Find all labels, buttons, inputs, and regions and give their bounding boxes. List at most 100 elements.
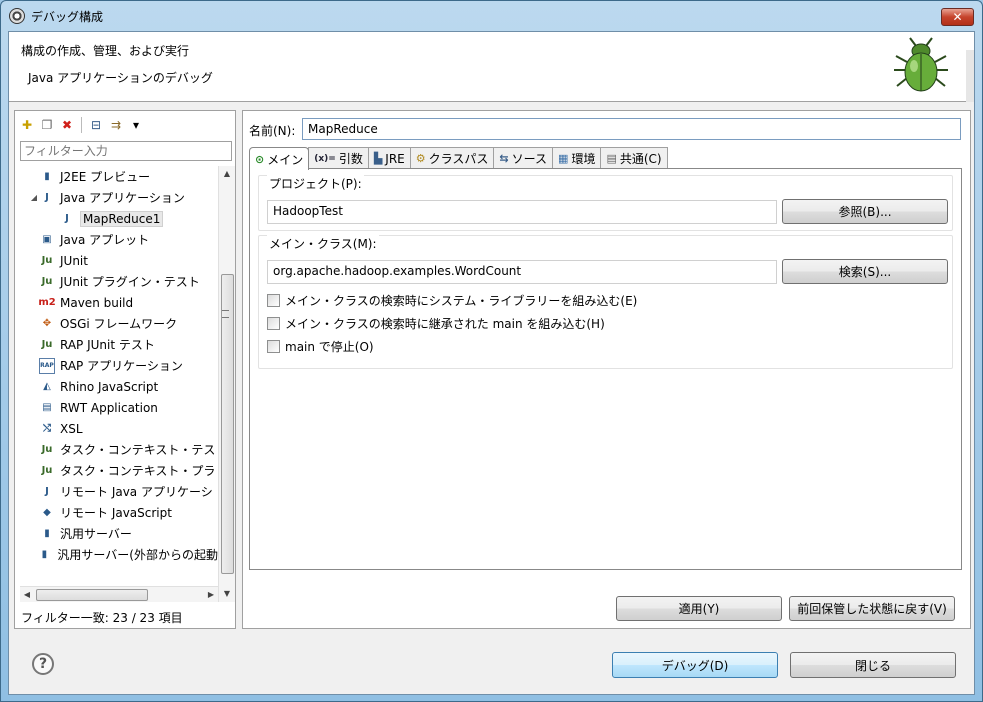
tree-item-label: JUnit	[60, 253, 88, 268]
tree-item[interactable]: J MapReduce1	[15, 208, 218, 229]
include-system-libraries-option[interactable]: メイン・クラスの検索時にシステム・ライブラリーを組み込む(E)	[267, 292, 637, 309]
delete-icon[interactable]: ✖	[59, 117, 75, 133]
classpath-tab-icon: ⚙	[415, 152, 426, 165]
tree-item-label: RAP JUnit テスト	[60, 338, 155, 352]
tree-item-label: 汎用サーバー(外部からの起動	[57, 548, 218, 562]
filter-icon[interactable]: ⇉	[108, 117, 124, 133]
tab-label: クラスパス	[428, 152, 489, 166]
tab-jre[interactable]: ▙ JRE	[367, 147, 411, 169]
xsl-icon: ⤭	[43, 423, 51, 434]
checkbox[interactable]	[267, 340, 280, 353]
tree-item[interactable]: Ju JUnit	[15, 250, 218, 271]
eclipse-icon	[9, 8, 25, 24]
dialog-window: デバッグ構成 ✕ 構成の作成、管理、および実行 Java アプリケーションのデバ…	[0, 0, 983, 702]
tree-item[interactable]: Ju タスク・コンテキスト・プラ	[15, 460, 218, 481]
junit-plugin-icon: Ju	[41, 276, 53, 287]
view-menu-icon[interactable]: ▾	[128, 117, 144, 133]
tree-item-label: RAP アプリケーション	[60, 359, 183, 373]
checkbox[interactable]	[267, 317, 280, 330]
tree-item-label: リモート JavaScript	[60, 506, 172, 520]
tree-item[interactable]: Ju タスク・コンテキスト・テス	[15, 439, 218, 460]
tree-item[interactable]: ▮ J2EE プレビュー	[15, 166, 218, 187]
tree-item[interactable]: ▮ 汎用サーバー(外部からの起動	[15, 544, 218, 565]
horizontal-scrollbar-thumb[interactable]	[36, 589, 148, 601]
tab-arguments[interactable]: (x)= 引数	[308, 147, 369, 169]
new-configuration-icon[interactable]: ✚	[19, 117, 35, 133]
checkbox[interactable]	[267, 294, 280, 307]
java-app-icon: J	[45, 192, 49, 203]
tab-label: 引数	[338, 152, 363, 166]
debug-bug-icon	[894, 37, 948, 92]
checkbox-label: メイン・クラスの検索時に継承された main を組み込む(H)	[285, 317, 605, 331]
scrollbar-thumb[interactable]	[221, 274, 234, 574]
scroll-right-icon[interactable]: ▶	[204, 587, 218, 603]
tab-environment[interactable]: ▦ 環境	[552, 147, 602, 169]
debug-button[interactable]: デバッグ(D)	[612, 652, 778, 678]
revert-button[interactable]: 前回保管した状態に戻す(V)	[789, 596, 955, 621]
search-button[interactable]: 検索(S)...	[782, 259, 948, 284]
jre-tab-icon: ▙	[373, 152, 383, 165]
tree-item-label: RWT Application	[60, 400, 158, 415]
arguments-tab-icon: (x)=	[314, 153, 336, 164]
tree-item-label: タスク・コンテキスト・テス	[60, 443, 216, 457]
tree-item-label: JUnit プラグイン・テスト	[60, 275, 200, 289]
browse-button[interactable]: 参照(B)...	[782, 199, 948, 224]
title-bar[interactable]: デバッグ構成 ✕	[1, 1, 982, 31]
project-field[interactable]: HadoopTest	[267, 200, 777, 224]
dialog-banner: 構成の作成、管理、および実行 Java アプリケーションのデバッグ	[9, 32, 974, 102]
configuration-editor: 名前(N): ⊙ メイン (x)= 引数 ▙ JRE ⚙ クラスパス	[242, 110, 971, 629]
help-icon[interactable]: ?	[32, 653, 54, 675]
rap-app-icon: RAP	[39, 357, 55, 374]
close-button[interactable]: 閉じる	[790, 652, 956, 678]
tree-item[interactable]: ◆ リモート JavaScript	[15, 502, 218, 523]
tree-item[interactable]: ▣ Java アプレット	[15, 229, 218, 250]
server-icon: ▮	[41, 549, 48, 560]
server-icon: ▮	[44, 171, 50, 182]
tree-item[interactable]: ⤭ XSL	[15, 418, 218, 439]
tree-item[interactable]: J リモート Java アプリケーシ	[15, 481, 218, 502]
java-app-icon: J	[65, 213, 69, 224]
dialog-client-area: 構成の作成、管理、および実行 Java アプリケーションのデバッグ ✚ ❐ ✖	[8, 31, 975, 695]
tree-item[interactable]: m2 Maven build	[15, 292, 218, 313]
tree-item[interactable]: RAP RAP アプリケーション	[15, 355, 218, 376]
tree-item-label: Java アプレット	[60, 233, 150, 247]
tree-item[interactable]: ▤ RWT Application	[15, 397, 218, 418]
close-window-button[interactable]: ✕	[941, 8, 974, 26]
duplicate-icon[interactable]: ❐	[39, 117, 55, 133]
tree-item[interactable]: ✥ OSGi フレームワーク	[15, 313, 218, 334]
scroll-down-icon[interactable]: ▼	[219, 586, 235, 602]
include-inherited-main-option[interactable]: メイン・クラスの検索時に継承された main を組み込む(H)	[267, 315, 605, 332]
tree-item[interactable]: Ju RAP JUnit テスト	[15, 334, 218, 355]
task-context-plugin-icon: Ju	[41, 465, 53, 476]
checkbox-label: メイン・クラスの検索時にシステム・ライブラリーを組み込む(E)	[285, 294, 638, 308]
tab-label: ソース	[511, 152, 548, 166]
tab-main[interactable]: ⊙ メイン	[249, 147, 310, 170]
filter-input[interactable]	[20, 141, 232, 161]
scroll-up-icon[interactable]: ▲	[219, 166, 235, 182]
scroll-left-icon[interactable]: ◀	[20, 587, 34, 603]
collapse-all-icon[interactable]: ⊟	[88, 117, 104, 133]
main-tab-icon: ⊙	[255, 152, 265, 166]
tab-classpath[interactable]: ⚙ クラスパス	[409, 147, 495, 169]
osgi-icon: ✥	[42, 318, 52, 329]
stop-in-main-option[interactable]: main で停止(O)	[267, 338, 374, 355]
tree-item[interactable]: ▮ 汎用サーバー	[15, 523, 218, 544]
tab-common[interactable]: ▤ 共通(C)	[600, 147, 668, 169]
tree-item-label: リモート Java アプリケーシ	[60, 485, 213, 499]
scrollbar-grip	[222, 310, 229, 318]
tree-item-label: J2EE プレビュー	[60, 170, 151, 184]
tree-item[interactable]: ◭ Rhino JavaScript	[15, 376, 218, 397]
main-class-field[interactable]: org.apache.hadoop.examples.WordCount	[267, 260, 777, 284]
collapse-toggle-icon[interactable]: ◢	[29, 193, 39, 202]
tab-source[interactable]: ⇆ ソース	[493, 147, 554, 169]
tree-vertical-scrollbar[interactable]: ▲ ▼	[218, 166, 235, 602]
tree-item[interactable]: ◢ J Java アプリケーション	[15, 187, 218, 208]
tree-item[interactable]: Ju JUnit プラグイン・テスト	[15, 271, 218, 292]
apply-button[interactable]: 適用(Y)	[616, 596, 782, 621]
configuration-name-input[interactable]	[302, 118, 961, 140]
close-icon: ✕	[952, 10, 963, 24]
tab-label: JRE	[385, 151, 405, 166]
main-tab-content: プロジェクト(P): HadoopTest 参照(B)... メイン・クラス(M…	[249, 168, 962, 570]
remote-java-icon: J	[45, 486, 49, 497]
tree-horizontal-scrollbar[interactable]: ◀ ▶	[20, 586, 218, 602]
